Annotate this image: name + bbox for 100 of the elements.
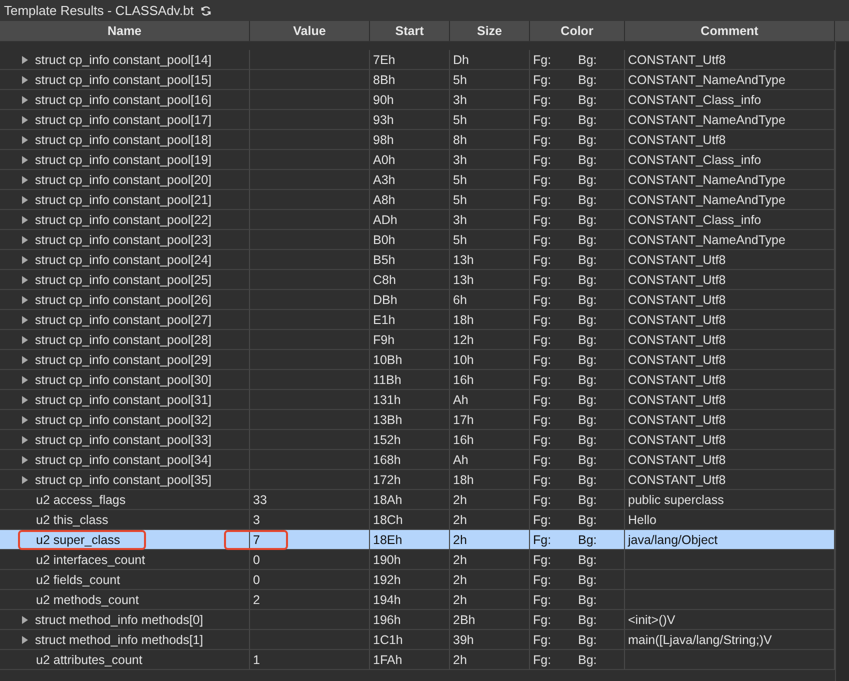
table-row[interactable]: struct cp_info constant_pool[34] 168h Ah Fg: Bg: CONSTANT_Utf8	[0, 450, 835, 470]
table-cell: 5h	[453, 192, 467, 206]
table-cell: struct cp_info constant_pool[33]	[35, 432, 212, 446]
expand-triangle-icon[interactable]	[21, 176, 30, 184]
table-row[interactable]: u2 access_flags 33 18Ah 2h Fg: Bg: public superclass	[0, 490, 835, 510]
table-cell: 0	[253, 552, 260, 566]
table-cell-text: Bg:	[578, 612, 598, 626]
table-row[interactable]: struct cp_info constant_pool[24] B5h 13h Fg: Bg: CONSTANT_Utf8	[0, 250, 835, 270]
table-cell: u2 this_class	[36, 512, 108, 526]
table-cell: E1h	[373, 312, 396, 326]
table-row[interactable]: struct cp_info constant_pool[17] 93h 5h Fg: Bg: CONSTANT_NameAndType	[0, 110, 835, 130]
expand-triangle-icon[interactable]	[21, 296, 30, 304]
table-row[interactable]: struct cp_info constant_pool[25] C8h 13h Fg: Bg: CONSTANT_Utf8	[0, 270, 835, 290]
table-cell: 10h	[453, 352, 474, 366]
expand-triangle-icon[interactable]	[21, 436, 30, 444]
table-row[interactable]: struct cp_info constant_pool[31] 131h Ah Fg: Bg: CONSTANT_Utf8	[0, 390, 835, 410]
refresh-icon[interactable]	[200, 4, 212, 16]
table-cell: B0h	[373, 232, 396, 246]
table-row[interactable]: struct method_info methods[1] 1C1h 39h Fg: Bg: main([Ljava/lang/String;)V	[0, 630, 835, 650]
expand-triangle-icon[interactable]	[21, 336, 30, 344]
expand-triangle-icon[interactable]	[21, 96, 30, 104]
table-cell-text: Bg:	[578, 512, 598, 526]
table-row[interactable]: u2 attributes_count 1 1FAh 2h Fg: Bg:	[0, 650, 835, 670]
table-cell-text: Fg:	[533, 152, 552, 166]
expand-triangle-icon[interactable]	[21, 56, 30, 64]
expand-triangle-icon[interactable]	[21, 216, 30, 224]
table-row[interactable]: struct cp_info constant_pool[19] A0h 3h Fg: Bg: CONSTANT_Class_info	[0, 150, 835, 170]
expand-triangle-icon[interactable]	[21, 636, 30, 644]
table-cell: 11Bh	[373, 372, 402, 386]
table-cell: 18h	[453, 472, 474, 486]
expand-triangle-icon[interactable]	[21, 396, 30, 404]
table-row[interactable]: u2 super_class 7 18Eh 2h Fg: Bg: java/lang/Object	[0, 530, 835, 550]
expand-triangle-icon[interactable]	[21, 76, 30, 84]
expand-triangle-icon[interactable]	[21, 376, 30, 384]
table-cell: 13h	[453, 272, 474, 286]
table-cell-text: Bg:	[578, 552, 598, 566]
table-cell: 190h	[373, 552, 401, 566]
table-cell-text: Fg:	[533, 292, 552, 306]
expand-triangle-icon[interactable]	[21, 616, 30, 624]
table-row[interactable]: struct method_info methods[0] 196h 2Bh Fg: Bg: <init>()V	[0, 610, 835, 630]
table-cell: 2h	[453, 532, 467, 546]
table-row[interactable]: struct cp_info constant_pool[20] A3h 5h Fg: Bg: CONSTANT_NameAndType	[0, 170, 835, 190]
table-row[interactable]: struct cp_info constant_pool[29] 10Bh 10h Fg: Bg: CONSTANT_Utf8	[0, 350, 835, 370]
table-row[interactable]: struct cp_info constant_pool[14] 7Eh Dh Fg: Bg: CONSTANT_Utf8	[0, 50, 835, 70]
table-cell-text: Fg:	[533, 552, 552, 566]
table-cell: struct cp_info constant_pool[18]	[35, 132, 212, 146]
expand-triangle-icon[interactable]	[21, 116, 30, 124]
table-row[interactable]: struct cp_info constant_pool[26] DBh 6h Fg: Bg: CONSTANT_Utf8	[0, 290, 835, 310]
table-cell: CONSTANT_Utf8	[628, 392, 726, 406]
table-cell: A3h	[373, 172, 396, 186]
expand-triangle-icon[interactable]	[21, 316, 30, 324]
expand-triangle-icon[interactable]	[21, 416, 30, 424]
table-cell-text: Bg:	[578, 472, 598, 486]
table-row[interactable]: struct cp_info constant_pool[27] E1h 18h Fg: Bg: CONSTANT_Utf8	[0, 310, 835, 330]
table-cell-text: Bg:	[578, 412, 598, 426]
column-header[interactable]: Start	[370, 21, 450, 41]
table-cell: 8Bh	[373, 72, 396, 86]
expand-triangle-icon[interactable]	[21, 156, 30, 164]
table-row[interactable]: struct cp_info constant_pool[22] ADh 3h Fg: Bg: CONSTANT_Class_info	[0, 210, 835, 230]
table-row[interactable]: struct cp_info constant_pool[35] 172h 18h Fg: Bg: CONSTANT_Utf8	[0, 470, 835, 490]
table-cell: 18Ah	[373, 492, 402, 506]
expand-triangle-icon[interactable]	[21, 196, 30, 204]
table-cell-text: Fg:	[533, 72, 552, 86]
expand-triangle-icon[interactable]	[21, 356, 30, 364]
column-header[interactable]: Value	[250, 21, 370, 41]
table-row[interactable]: u2 methods_count 2 194h 2h Fg: Bg:	[0, 590, 835, 610]
column-header[interactable]: Size	[450, 21, 530, 41]
table-cell-text: Fg:	[533, 272, 552, 286]
expand-triangle-icon[interactable]	[21, 476, 30, 484]
table-cell-text: Bg:	[578, 212, 598, 226]
table-cell: 194h	[373, 592, 401, 606]
table-cell: u2 attributes_count	[36, 652, 142, 666]
table-cell: struct method_info methods[0]	[35, 612, 204, 626]
table-cell: 7Eh	[373, 52, 396, 66]
expand-triangle-icon[interactable]	[21, 136, 30, 144]
table-cell-text: Bg:	[578, 532, 598, 546]
table-cell: 152h	[373, 432, 401, 446]
table-row[interactable]: struct cp_info constant_pool[18] 98h 8h Fg: Bg: CONSTANT_Utf8	[0, 130, 835, 150]
table-row[interactable]: struct cp_info constant_pool[28] F9h 12h Fg: Bg: CONSTANT_Utf8	[0, 330, 835, 350]
table-row[interactable]: struct cp_info constant_pool[30] 11Bh 16h Fg: Bg: CONSTANT_Utf8	[0, 370, 835, 390]
expand-triangle-icon[interactable]	[21, 236, 30, 244]
table-row[interactable]: struct cp_info constant_pool[23] B0h 5h Fg: Bg: CONSTANT_NameAndType	[0, 230, 835, 250]
table-row[interactable]: struct cp_info constant_pool[16] 90h 3h Fg: Bg: CONSTANT_Class_info	[0, 90, 835, 110]
table-cell: struct cp_info constant_pool[15]	[35, 72, 212, 86]
expand-triangle-icon[interactable]	[21, 256, 30, 264]
expand-triangle-icon[interactable]	[21, 456, 30, 464]
column-header[interactable]: Name	[0, 21, 250, 41]
table-row[interactable]: struct cp_info constant_pool[21] A8h 5h Fg: Bg: CONSTANT_NameAndType	[0, 190, 835, 210]
table-row[interactable]: struct cp_info constant_pool[32] 13Bh 17h Fg: Bg: CONSTANT_Utf8	[0, 410, 835, 430]
expand-triangle-icon[interactable]	[21, 276, 30, 284]
table-row[interactable]: u2 this_class 3 18Ch 2h Fg: Bg: Hello	[0, 510, 835, 530]
table-cell: 93h	[373, 112, 394, 126]
column-header[interactable]: Color	[530, 21, 625, 41]
column-header[interactable]: Comment	[625, 21, 835, 41]
table-row[interactable]: u2 interfaces_count 0 190h 2h Fg: Bg:	[0, 550, 835, 570]
table-row[interactable]: u2 fields_count 0 192h 2h Fg: Bg:	[0, 570, 835, 590]
table-cell: C8h	[373, 272, 396, 286]
table-cell-text: Fg:	[533, 652, 552, 666]
table-row[interactable]: struct cp_info constant_pool[15] 8Bh 5h Fg: Bg: CONSTANT_NameAndType	[0, 70, 835, 90]
table-row[interactable]: struct cp_info constant_pool[33] 152h 16h Fg: Bg: CONSTANT_Utf8	[0, 430, 835, 450]
